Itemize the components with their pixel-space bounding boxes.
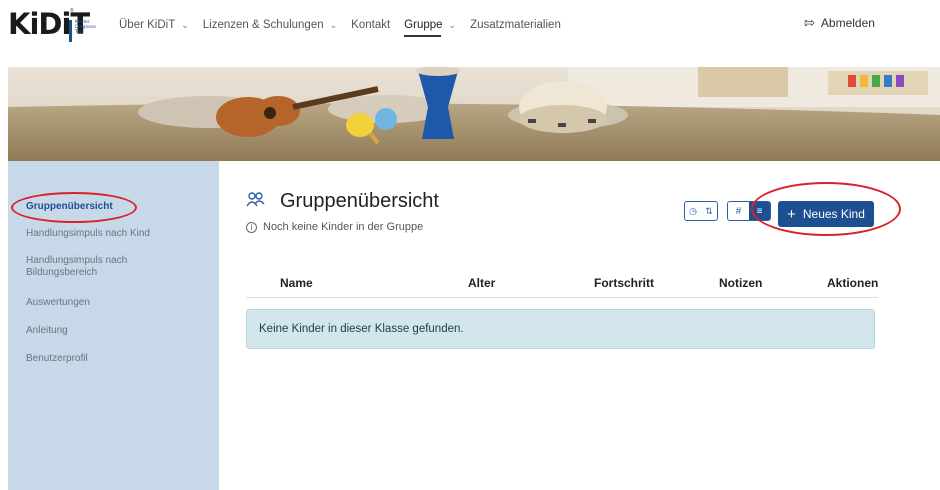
column-header-name[interactable]: Name — [280, 276, 313, 290]
sidebar-item-auswertungen[interactable]: Auswertungen — [26, 297, 90, 309]
nav-item-lizenzen[interactable]: Lizenzen & Schulungen ⌄ — [203, 15, 337, 35]
logout-icon: ⇰ — [804, 15, 815, 30]
page-title: Gruppenübersicht — [280, 190, 439, 212]
sort-toggle[interactable]: ◷ ⇅ — [684, 201, 718, 221]
nav-item-ueber-kidit[interactable]: Über KiDiT ⌄ — [119, 15, 189, 35]
view-toggle[interactable]: # ≡ — [727, 201, 771, 221]
banner-illustration — [8, 67, 940, 161]
grid-view-icon[interactable]: # — [728, 202, 749, 220]
subtitle-text: Noch keine Kinder in der Gruppe — [263, 221, 424, 233]
kidit-logo[interactable]: KiDiT ® Kinder Diagnose Tool — [8, 6, 96, 42]
chevron-down-icon: ⌄ — [448, 19, 457, 30]
sort-alpha-icon[interactable]: ⇅ — [705, 206, 713, 217]
column-header-alter[interactable]: Alter — [468, 276, 495, 290]
group-icon — [246, 192, 265, 207]
nav-item-kontakt[interactable]: Kontakt — [351, 15, 390, 35]
logo-subtitle: Kinder Diagnose Tool — [69, 20, 97, 42]
new-child-label: Neues Kind — [802, 207, 865, 221]
logo-trademark: ® — [70, 8, 74, 14]
sidebar-item-handlungsimpuls-bildungsbereich[interactable]: Handlungsimpuls nach Bildungsbereich — [26, 255, 156, 279]
empty-state-message: Keine Kinder in dieser Klasse gefunden. — [246, 309, 875, 349]
info-icon: i — [246, 221, 257, 233]
column-header-aktionen: Aktionen — [827, 276, 879, 290]
page-subtitle: i Noch keine Kinder in der Gruppe — [246, 221, 423, 233]
sidebar: Gruppenübersicht Handlungsimpuls nach Ki… — [8, 161, 219, 490]
chevron-down-icon: ⌄ — [181, 19, 189, 30]
nav-item-gruppe[interactable]: Gruppe ⌄ — [404, 15, 457, 37]
table-header: Name Alter Fortschritt Notizen Aktionen — [246, 276, 878, 298]
logout-label: Abmelden — [820, 16, 875, 30]
banner-image — [8, 67, 940, 161]
new-child-button[interactable]: + Neues Kind — [778, 201, 874, 227]
sidebar-item-handlungsimpuls-kind[interactable]: Handlungsimpuls nach Kind — [26, 228, 150, 240]
list-view-icon[interactable]: ≡ — [749, 202, 770, 220]
plus-icon: + — [787, 205, 796, 223]
annotation-circle — [11, 192, 137, 223]
sidebar-item-anleitung[interactable]: Anleitung — [26, 325, 68, 337]
column-header-fortschritt[interactable]: Fortschritt — [594, 276, 654, 290]
column-header-notizen[interactable]: Notizen — [719, 276, 762, 290]
sidebar-item-benutzerprofil[interactable]: Benutzerprofil — [26, 353, 88, 365]
clock-icon[interactable]: ◷ — [689, 206, 697, 217]
chevron-down-icon: ⌄ — [329, 19, 338, 30]
logout-button[interactable]: ⇰ Abmelden — [804, 15, 875, 31]
main-nav: Über KiDiT ⌄ Lizenzen & Schulungen ⌄ Konta… — [119, 15, 575, 37]
nav-item-zusatzmaterialien[interactable]: Zusatzmaterialien — [470, 15, 561, 35]
top-navigation-bar: KiDiT ® Kinder Diagnose Tool Über KiDiT ⌄… — [0, 0, 940, 50]
